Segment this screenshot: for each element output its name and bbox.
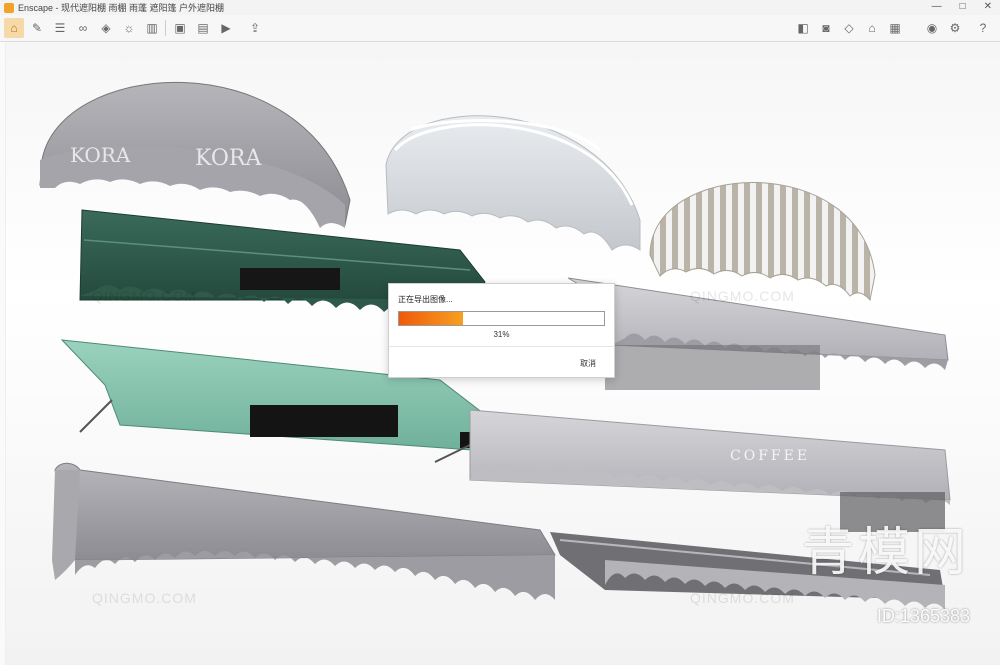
toolbar: ⌂ ✎ ☰ ∞ ◈ ☼ ▥ ▣ ▤ ▶ ⇪ ◧ ◙ ◇ ⌂ ▦ ◉ ⚙ ? ︿ [0,15,1000,57]
id-watermark: ID:1365383 [876,606,970,626]
watermark-text: QINGMO.COM [690,590,795,606]
batch-export-icon[interactable]: ▤ [193,18,213,38]
cancel-button[interactable]: 取消 [580,358,596,369]
large-gray-awning [52,462,556,600]
dialog-title: 正在导出图像... [398,295,453,304]
building-icon[interactable]: ▥ [142,18,162,38]
dialog-divider [389,346,614,347]
progress-percent-text: 31% [493,330,510,339]
binoculars-icon[interactable]: ∞ [73,18,93,38]
upload-icon[interactable]: ⇪ [245,18,265,38]
enscape-logo-icon [4,2,14,13]
video-export-icon[interactable]: ▶ [216,18,236,38]
progress-fill [399,312,463,325]
visual-settings-icon[interactable]: ◉ [922,18,942,38]
chart-icon[interactable]: ▦ [885,18,905,38]
export-progress-bar [398,311,605,326]
render-export-icon[interactable]: ▣ [170,18,190,38]
home-icon[interactable]: ⌂ [4,18,24,38]
green-awning-sign-panel [240,268,340,290]
brand-watermark: 青模网 [801,523,970,583]
export-progress-dialog: 正在导出图像... 31% 取消 [388,283,615,378]
mint-awning-sign-panel [250,405,398,437]
window-title: Enscape - 现代遮阳棚 雨棚 雨蓬 遮阳篷 户外遮阳棚 [18,3,225,13]
watermark-text: QINGMO.COM [92,590,197,606]
house-icon[interactable]: ⌂ [862,18,882,38]
compass-icon[interactable]: ◈ [96,18,116,38]
striped-dome-awning [649,182,876,302]
close-button[interactable]: ✕ [984,1,992,12]
window-controls: — □ ✕ [932,1,992,12]
white-dome-awning [385,115,641,251]
bim-icon[interactable]: ☰ [50,18,70,38]
material-icon[interactable]: ◧ [793,18,813,38]
watermark-text: QINGMO.COM [92,288,197,304]
coffee-text: COFFEE [730,448,810,464]
title-bar: Enscape - 现代遮阳棚 雨棚 雨蓬 遮阳篷 户外遮阳棚 — □ ✕ [0,0,1000,15]
maximize-button[interactable]: □ [960,1,966,12]
kora-dome-awning: KORA KORA [39,81,351,228]
help-icon[interactable]: ? [973,18,993,38]
watermark-text: QINGMO.COM [690,288,795,304]
settings-icon[interactable]: ⚙ [945,18,965,38]
kora-text-left: KORA [70,143,131,167]
toolbar-separator [165,20,166,36]
tools-icon[interactable]: ✎ [27,18,47,38]
minimize-button[interactable]: — [932,1,942,12]
cube-icon[interactable]: ◇ [839,18,859,38]
kora-text-right: KORA [195,146,262,171]
capture-icon[interactable]: ◙ [816,18,836,38]
sun-icon[interactable]: ☼ [119,18,139,38]
